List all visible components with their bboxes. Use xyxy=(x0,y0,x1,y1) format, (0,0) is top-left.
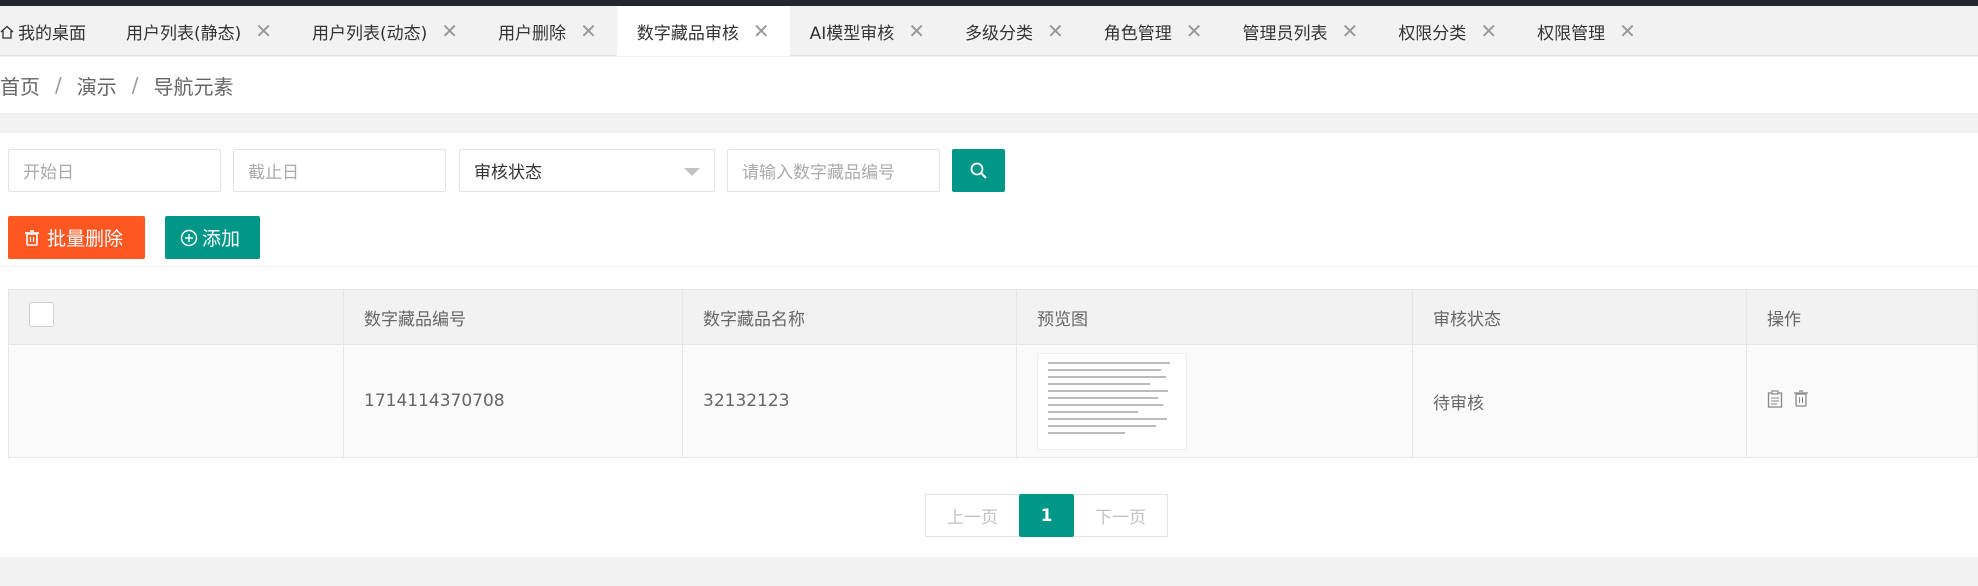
column-header-status: 审核状态 xyxy=(1412,289,1747,345)
trash-icon xyxy=(25,229,39,246)
breadcrumb-separator: / xyxy=(55,73,62,97)
next-page-button[interactable]: 下一页 xyxy=(1074,494,1168,537)
add-button[interactable]: 添加 xyxy=(165,216,260,259)
row-select-cell xyxy=(8,344,344,458)
add-label: 添加 xyxy=(202,228,241,250)
trash-icon[interactable] xyxy=(1793,390,1809,407)
pagination: 上一页 1 下一页 xyxy=(925,494,1168,537)
search-icon xyxy=(970,162,987,179)
cell-preview xyxy=(1016,344,1413,458)
tab-user-delete[interactable]: 用户删除 ✕ xyxy=(478,6,617,56)
tab-label: 用户删除 xyxy=(498,23,567,44)
chevron-down-icon xyxy=(684,168,700,176)
column-header-preview: 预览图 xyxy=(1016,289,1413,345)
cell-actions xyxy=(1746,344,1978,458)
select-all-checkbox[interactable] xyxy=(29,302,54,327)
breadcrumb-demo[interactable]: 演示 xyxy=(77,71,117,100)
column-header-actions: 操作 xyxy=(1746,289,1978,345)
close-icon[interactable]: ✕ xyxy=(441,21,458,41)
search-button[interactable] xyxy=(952,149,1005,192)
tab-label: 数字藏品审核 xyxy=(636,23,739,44)
close-icon[interactable]: ✕ xyxy=(1619,21,1636,41)
tab-bar: 我的桌面 用户列表(静态) ✕ 用户列表(动态) ✕ 用户删除 ✕ 数字藏品审核… xyxy=(0,6,1978,56)
tab-label: AI模型审核 xyxy=(809,23,895,44)
table-header-row: 数字藏品编号 数字藏品名称 预览图 审核状态 操作 xyxy=(8,289,1978,345)
breadcrumb: 首页 / 演示 / 导航元素 xyxy=(0,57,1978,114)
tab-label: 管理员列表 xyxy=(1242,23,1328,44)
tab-label: 用户列表(静态) xyxy=(126,23,242,44)
status-select[interactable]: 审核状态 xyxy=(459,149,715,192)
status-select-value: 审核状态 xyxy=(474,163,542,183)
tab-user-list-dynamic[interactable]: 用户列表(动态) ✕ xyxy=(292,6,478,56)
close-icon[interactable]: ✕ xyxy=(255,21,272,41)
breadcrumb-current: 导航元素 xyxy=(153,74,234,99)
tab-home[interactable]: 我的桌面 xyxy=(0,6,106,56)
end-date-input[interactable]: 截止日 xyxy=(233,149,446,192)
column-header-code: 数字藏品编号 xyxy=(343,289,683,345)
tab-multi-category[interactable]: 多级分类 ✕ xyxy=(945,6,1084,56)
collectible-code-placeholder: 请输入数字藏品编号 xyxy=(742,163,895,183)
tab-permission-management[interactable]: 权限管理 ✕ xyxy=(1517,6,1656,56)
tab-user-list-static[interactable]: 用户列表(静态) ✕ xyxy=(106,6,292,56)
page-number-current[interactable]: 1 xyxy=(1019,494,1074,537)
select-all-cell xyxy=(8,289,344,345)
close-icon[interactable]: ✕ xyxy=(1342,21,1359,41)
tab-label: 权限管理 xyxy=(1537,23,1606,44)
clipboard-icon[interactable] xyxy=(1767,389,1783,408)
divider xyxy=(0,266,1978,267)
close-icon[interactable]: ✕ xyxy=(1047,21,1064,41)
content-card: 开始日 截止日 审核状态 请输入数字藏品编号 批量删除 添加 数字藏品编号 数字… xyxy=(0,133,1978,557)
tab-role-management[interactable]: 角色管理 ✕ xyxy=(1084,6,1223,56)
tab-permission-category[interactable]: 权限分类 ✕ xyxy=(1378,6,1517,56)
start-date-placeholder: 开始日 xyxy=(23,163,74,183)
cell-status: 待审核 xyxy=(1412,344,1747,458)
cell-name: 32132123 xyxy=(682,344,1017,458)
close-icon[interactable]: ✕ xyxy=(908,21,925,41)
tab-label: 多级分类 xyxy=(965,23,1034,44)
tab-admin-list[interactable]: 管理员列表 ✕ xyxy=(1223,6,1379,56)
column-header-name: 数字藏品名称 xyxy=(682,289,1017,345)
end-date-placeholder: 截止日 xyxy=(248,163,299,183)
tab-ai-model-review[interactable]: AI模型审核 ✕ xyxy=(790,6,945,56)
home-icon xyxy=(0,24,14,39)
collectible-code-input[interactable]: 请输入数字藏品编号 xyxy=(727,149,940,192)
start-date-input[interactable]: 开始日 xyxy=(8,149,221,192)
table-row: 1714114370708 32132123 待审核 xyxy=(8,344,1978,458)
tab-label: 用户列表(动态) xyxy=(312,23,428,44)
close-icon[interactable]: ✕ xyxy=(580,21,597,41)
tab-collectible-review[interactable]: 数字藏品审核 ✕ xyxy=(616,6,790,56)
batch-delete-label: 批量删除 xyxy=(47,228,124,250)
cell-code: 1714114370708 xyxy=(343,344,683,458)
collectible-table: 数字藏品编号 数字藏品名称 预览图 审核状态 操作 1714114370708 … xyxy=(8,289,1978,458)
breadcrumb-separator: / xyxy=(131,73,139,97)
tab-label: 我的桌面 xyxy=(18,23,86,44)
batch-delete-button[interactable]: 批量删除 xyxy=(8,216,145,259)
close-icon[interactable]: ✕ xyxy=(753,21,770,41)
close-icon[interactable]: ✕ xyxy=(1480,21,1497,41)
close-icon[interactable]: ✕ xyxy=(1186,21,1203,41)
tab-label: 角色管理 xyxy=(1103,23,1172,44)
prev-page-button[interactable]: 上一页 xyxy=(925,494,1019,537)
plus-circle-icon xyxy=(180,229,198,246)
tab-label: 权限分类 xyxy=(1398,23,1467,44)
breadcrumb-home[interactable]: 首页 xyxy=(0,71,40,100)
preview-image[interactable] xyxy=(1037,352,1187,450)
